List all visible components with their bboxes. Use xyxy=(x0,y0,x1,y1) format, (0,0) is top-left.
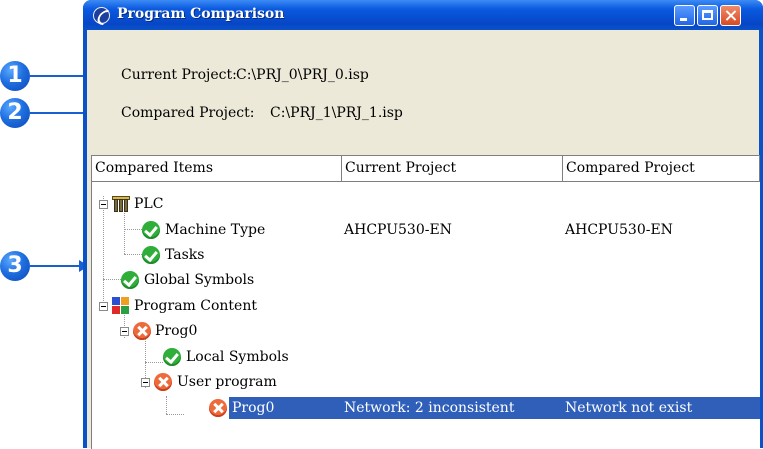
callout-1: 1 xyxy=(0,61,97,91)
collapse-toggle-icon[interactable] xyxy=(99,302,108,311)
tree-row-label: User program xyxy=(177,374,277,390)
compared-project-path: C:\PRJ_1\PRJ_1.isp xyxy=(270,105,403,121)
program-content-icon xyxy=(112,297,130,315)
current-value: AHCPU530-EN xyxy=(344,222,452,238)
check-ok-icon xyxy=(142,246,160,264)
tree-row-label: Program Content xyxy=(134,298,257,314)
tree-row-label: Global Symbols xyxy=(144,272,255,288)
tree-row-machine-type[interactable]: Machine Type AHCPU530-EN AHCPU530-EN xyxy=(92,217,760,243)
column-header-compared-project[interactable]: Compared Project xyxy=(563,156,760,182)
current-value: Network: 2 inconsistent xyxy=(344,400,515,416)
callout-arrow-icon xyxy=(30,107,97,119)
tree-row-label: PLC xyxy=(134,196,164,212)
maximize-button[interactable] xyxy=(697,5,718,26)
tree-row-prog0-network[interactable]: Prog0 Network: 2 inconsistent Network no… xyxy=(92,395,760,421)
tree-row-prog0[interactable]: Prog0 xyxy=(92,318,760,344)
compared-value: Network not exist xyxy=(565,400,693,416)
tree-row-label: Prog0 xyxy=(232,400,275,416)
column-header-current-project[interactable]: Current Project xyxy=(342,156,563,182)
tree-row-label: Tasks xyxy=(165,247,205,263)
error-icon xyxy=(133,322,151,340)
callout-badge-3: 3 xyxy=(0,251,30,281)
title-bar[interactable]: Program Comparison xyxy=(83,0,763,30)
program-comparison-window: Program Comparison Current Project: C:\P… xyxy=(83,0,763,449)
tree-row-local-symbols[interactable]: Local Symbols xyxy=(92,344,760,370)
column-header-compared-items[interactable]: Compared Items xyxy=(92,156,342,182)
error-icon xyxy=(154,373,172,391)
compared-value: AHCPU530-EN xyxy=(565,222,673,238)
collapse-toggle-icon[interactable] xyxy=(99,200,108,209)
collapse-toggle-icon[interactable] xyxy=(120,327,129,336)
callout-arrow-icon xyxy=(30,70,97,82)
check-ok-icon xyxy=(142,221,160,239)
table-header: Compared Items Current Project Compared … xyxy=(92,156,760,182)
window-client-area: Current Project: C:\PRJ_0\PRJ_0.isp Comp… xyxy=(87,30,760,449)
compared-project-label: Compared Project: xyxy=(121,105,255,121)
error-icon xyxy=(209,399,227,417)
check-ok-icon xyxy=(163,348,181,366)
callout-3: 3 xyxy=(0,251,96,281)
tree-row-plc[interactable]: PLC xyxy=(92,191,760,217)
tree-row-program-content[interactable]: Program Content xyxy=(92,293,760,319)
window-title: Program Comparison xyxy=(117,6,285,22)
callout-2: 2 xyxy=(0,98,97,128)
current-project-label: Current Project: xyxy=(121,67,237,83)
collapse-toggle-icon[interactable] xyxy=(141,378,150,387)
tree-row-global-symbols[interactable]: Global Symbols xyxy=(92,267,760,293)
callout-badge-2: 2 xyxy=(0,98,30,128)
comparison-tree-table[interactable]: Compared Items Current Project Compared … xyxy=(91,155,760,449)
callout-arrow-icon xyxy=(30,260,89,272)
current-project-row: Current Project: C:\PRJ_0\PRJ_0.isp xyxy=(121,67,369,83)
tree-row-label: Machine Type xyxy=(165,222,266,238)
tree-row-label: Prog0 xyxy=(155,323,198,339)
tree-row-label: Local Symbols xyxy=(186,349,289,365)
minimize-button[interactable] xyxy=(674,5,695,26)
plc-icon xyxy=(112,196,130,212)
check-ok-icon xyxy=(121,271,139,289)
tree-row-user-program[interactable]: User program xyxy=(92,369,760,395)
callout-badge-1: 1 xyxy=(0,61,30,91)
compared-project-row: Compared Project: C:\PRJ_1\PRJ_1.isp xyxy=(121,105,403,121)
current-project-path: C:\PRJ_0\PRJ_0.isp xyxy=(236,67,369,83)
close-button[interactable] xyxy=(720,5,741,26)
app-icon xyxy=(93,7,110,24)
tree-row-tasks[interactable]: Tasks xyxy=(92,242,760,268)
